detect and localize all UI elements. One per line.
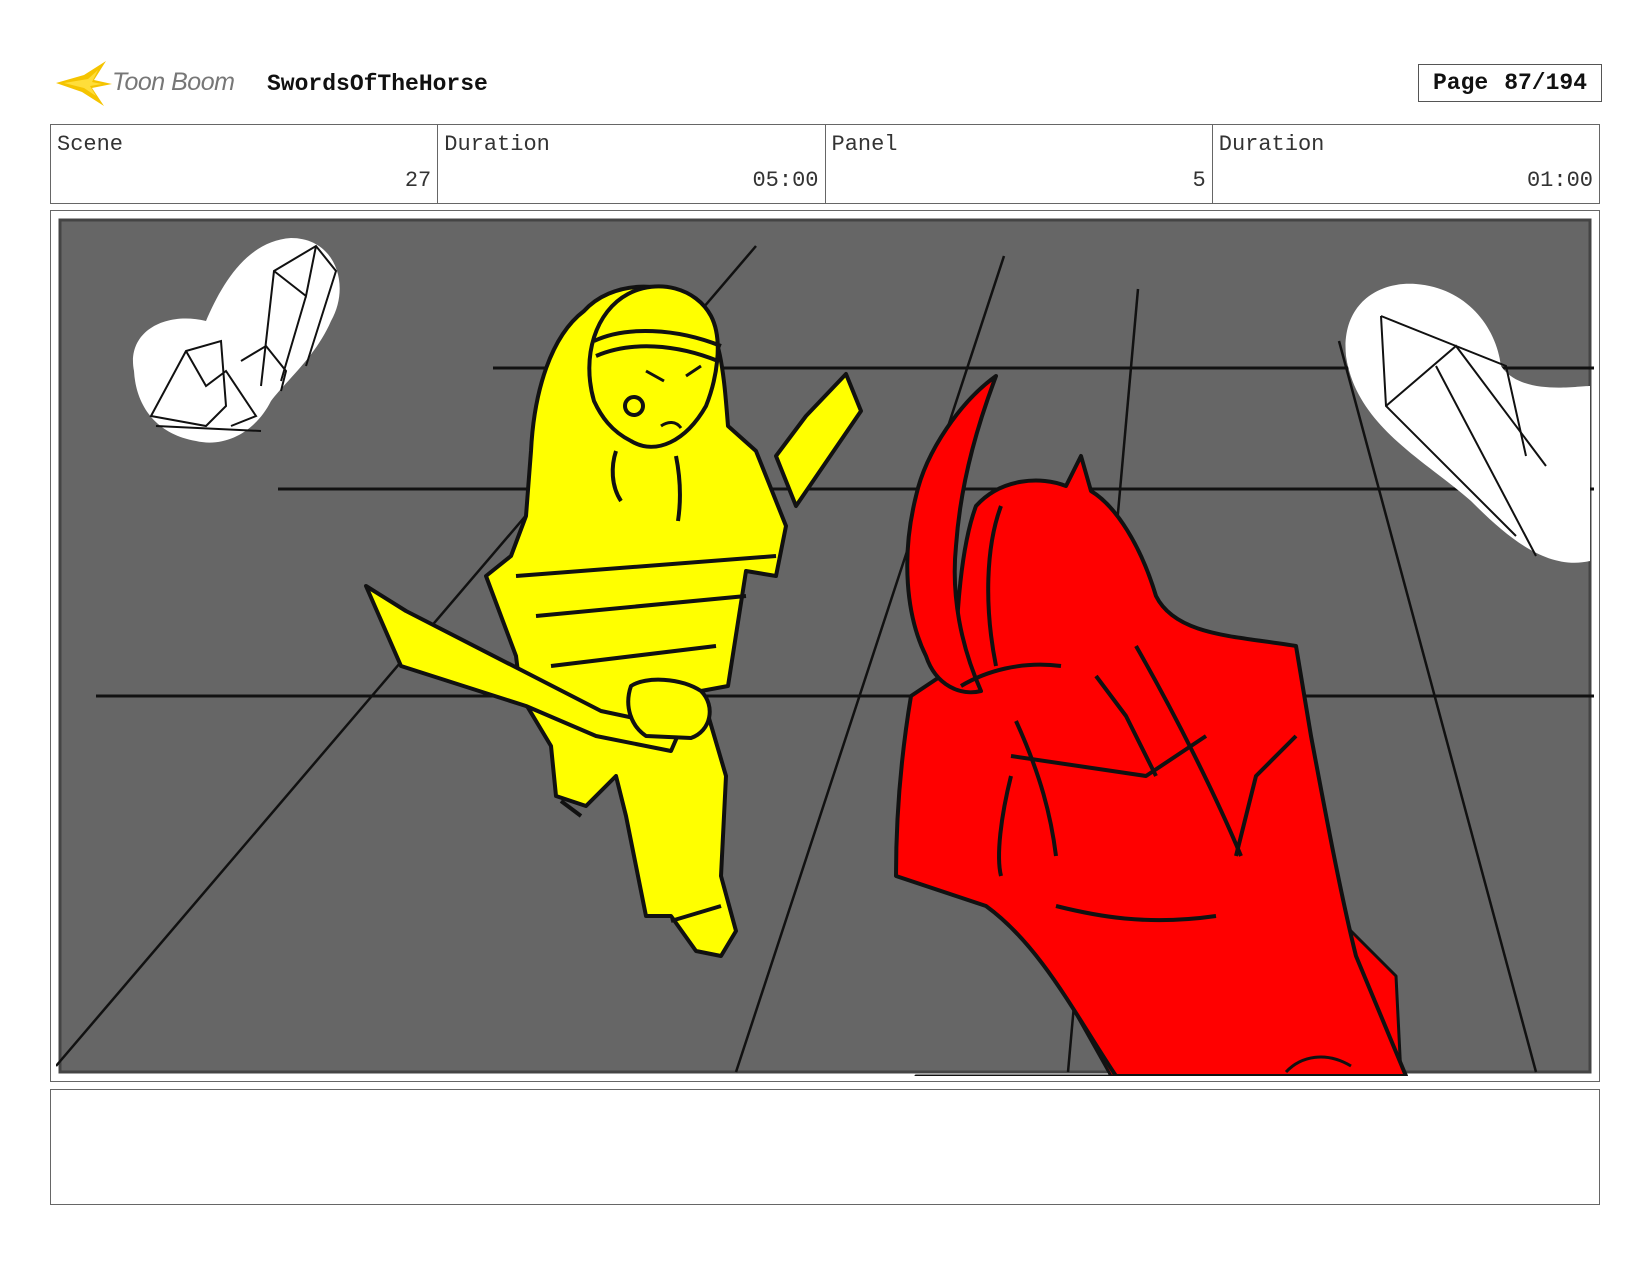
panel-duration-cell: Duration 01:00 xyxy=(1213,125,1599,203)
project-title: SwordsOfTheHorse xyxy=(267,71,488,97)
scene-duration-value: 05:00 xyxy=(752,168,819,193)
scene-label: Scene xyxy=(57,132,124,157)
scene-value: 27 xyxy=(404,168,432,193)
panel-cell: Panel 5 xyxy=(826,125,1213,203)
panel-notes-box xyxy=(50,1089,1600,1205)
page-counter: Page 87/194 xyxy=(1418,64,1602,102)
scene-cell: Scene 27 xyxy=(51,125,439,203)
panel-duration-value: 01:00 xyxy=(1526,168,1593,193)
toon-boom-logo: Toon Boom xyxy=(54,58,250,108)
scene-duration-label: Duration xyxy=(444,132,550,157)
panel-label: Panel xyxy=(831,132,898,157)
scene-info-table: Scene 27 Duration 05:00 Panel 5 Duration… xyxy=(50,124,1600,204)
scene-duration-cell: Duration 05:00 xyxy=(438,125,826,203)
page-label: Page xyxy=(1432,70,1489,96)
storyboard-panel-frame xyxy=(50,210,1600,1082)
page-header: Toon Boom SwordsOfTheHorse Page 87/194 xyxy=(50,56,1602,108)
starburst-icon xyxy=(56,61,112,106)
panel-value: 5 xyxy=(1192,168,1206,193)
page-value: 87/194 xyxy=(1504,70,1588,96)
logo-text: Toon Boom xyxy=(112,68,235,96)
storyboard-drawing xyxy=(56,218,1594,1076)
panel-duration-label: Duration xyxy=(1218,132,1325,157)
